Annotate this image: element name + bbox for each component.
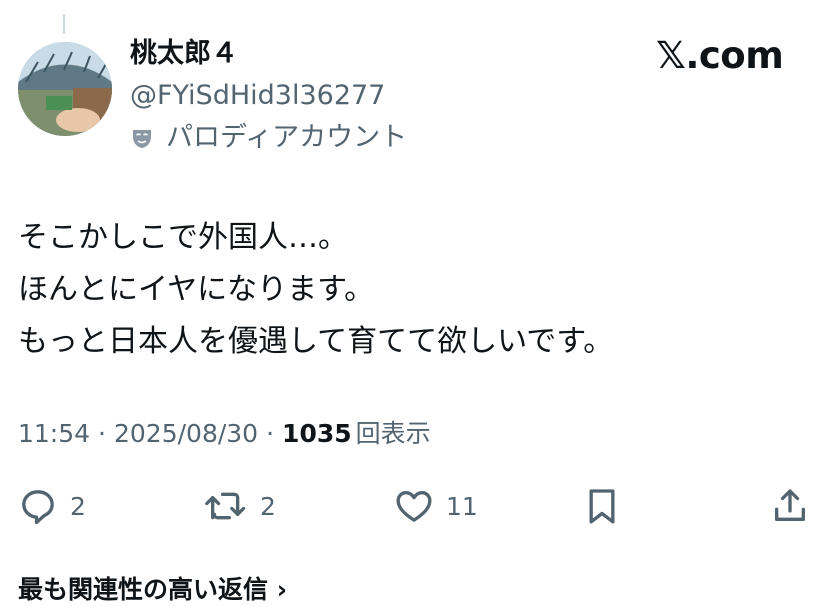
repost-count: 2 (260, 491, 276, 521)
post-line: ほんとにイヤになります。 (18, 272, 375, 307)
post-meta: 11:54 · 2025/08/30 · 1035 回表示 (18, 416, 431, 452)
like-count: 11 (446, 491, 478, 521)
reply-button[interactable]: 2 (18, 484, 86, 528)
parody-label-text: パロディアカウント (166, 122, 408, 153)
like-button[interactable]: 11 (394, 484, 478, 528)
reply-count: 2 (70, 491, 86, 521)
share-icon (775, 489, 805, 521)
meta-separator: · (266, 419, 275, 448)
view-count: 1035 (282, 419, 352, 448)
share-button[interactable] (770, 484, 810, 528)
post-line: そこかしこで外国人…。 (18, 220, 348, 255)
x-logo-text: .com (685, 34, 784, 77)
post-text: そこかしこで外国人…。 ほんとにイヤになります。 もっと日本人を優遇して育てて欲… (18, 212, 613, 368)
relevant-replies-heading[interactable]: 最も関連性の高い返信 › (18, 570, 287, 606)
x-logo: 𝕏.com (656, 34, 784, 77)
author-name[interactable]: 桃太郎４ (130, 36, 238, 72)
avatar[interactable] (18, 42, 112, 136)
like-icon (396, 491, 432, 522)
post-date[interactable]: 2025/08/30 (114, 416, 258, 452)
view-count-label: 回表示 (355, 419, 431, 448)
repost-icon (205, 492, 246, 520)
thread-line (63, 14, 65, 34)
repost-button[interactable]: 2 (204, 484, 276, 528)
meta-separator: · (98, 419, 106, 448)
author-handle[interactable]: @FYiSdHid3l36277 (130, 78, 385, 114)
reply-icon (22, 490, 54, 525)
parody-label: パロディアカウント (130, 120, 407, 156)
post-line: もっと日本人を優遇して育てて欲しいです。 (18, 324, 614, 359)
bookmark-button[interactable] (582, 484, 622, 528)
x-logo-mark: 𝕏 (656, 34, 686, 77)
post-time[interactable]: 11:54 (18, 416, 90, 452)
bookmark-icon (589, 489, 615, 524)
parody-mask-icon (133, 130, 151, 148)
